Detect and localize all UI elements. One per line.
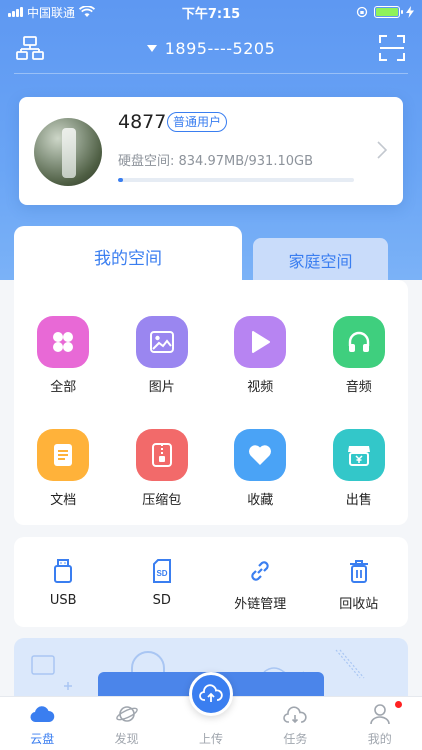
tab-label: 上传: [198, 732, 223, 746]
upload-icon: [199, 684, 223, 702]
membership-badge: 普通用户: [167, 112, 228, 132]
cloud-icon: [29, 703, 55, 725]
status-time: 下午7:15: [181, 6, 241, 22]
task-icon: [282, 703, 308, 725]
trash-icon: [345, 557, 373, 585]
user-card[interactable]: 4877 普通用户 硬盘空间: 834.97MB/931.10GB: [19, 97, 403, 205]
category-label: 文档: [50, 493, 77, 508]
battery-icon: [374, 6, 403, 18]
storage-label: 硬盘空间: 834.97MB/931.10GB: [118, 154, 313, 169]
store-icon: [332, 429, 385, 481]
tool-sd-card[interactable]: SD SD: [113, 537, 212, 627]
storage-progress: [118, 178, 354, 182]
planet-icon: [114, 703, 140, 725]
account-number: 1895----5205: [164, 38, 276, 58]
wifi-icon: [79, 6, 96, 17]
signal-icon: [8, 7, 23, 17]
sd-card-icon: SD: [148, 557, 176, 585]
headphones-icon: [332, 316, 385, 368]
play-icon: [234, 316, 287, 368]
tab-label: 云盘: [30, 732, 55, 746]
category-card: 全部 图片 视频 音频文档 压缩包 收藏 出售: [14, 280, 408, 525]
category-label: 音频: [345, 380, 372, 395]
tool-trash[interactable]: 回收站: [310, 537, 409, 627]
heart-icon: [234, 429, 287, 481]
avatar[interactable]: [34, 118, 102, 186]
category-label: 视频: [247, 380, 274, 395]
tool-label: SD: [152, 593, 171, 608]
image-icon: [135, 316, 188, 368]
tool-label: 回收站: [339, 597, 379, 612]
tool-usb[interactable]: USB: [14, 537, 113, 627]
category-headphones[interactable]: 音频: [310, 316, 409, 395]
tool-label: 外链管理: [234, 597, 287, 612]
user-icon: [367, 703, 393, 725]
tab-task[interactable]: 任务: [253, 697, 337, 750]
tab-family-space[interactable]: 家庭空间: [253, 238, 388, 282]
top-bar: 1895----5205: [0, 28, 422, 68]
account-switcher[interactable]: 1895----5205: [146, 38, 276, 58]
upload-button[interactable]: [189, 672, 233, 716]
orientation-lock-icon: [356, 6, 368, 18]
storage-progress-fill: [118, 178, 123, 182]
notification-dot: [395, 701, 402, 708]
user-name: 4877: [118, 111, 167, 133]
category-zip[interactable]: 压缩包: [113, 429, 212, 508]
chevron-right-icon: [377, 141, 387, 159]
status-bar: 中国联通 下午7:15: [0, 0, 422, 24]
tool-link[interactable]: 外链管理: [211, 537, 310, 627]
category-label: 出售: [345, 493, 372, 508]
tab-cloud[interactable]: 云盘: [0, 697, 84, 750]
tab-user[interactable]: 我的: [338, 697, 422, 750]
category-label: 收藏: [247, 493, 274, 508]
tools-card: USB SD SD 外链管理 回收站: [14, 537, 408, 627]
tab-planet[interactable]: 发现: [84, 697, 168, 750]
apps-icon: [37, 316, 90, 368]
tab-label: 发现: [114, 732, 139, 746]
category-play[interactable]: 视频: [211, 316, 310, 395]
link-icon: [246, 557, 274, 585]
category-store[interactable]: 出售: [310, 429, 409, 508]
tab-label: 任务: [283, 732, 308, 746]
zip-icon: [135, 429, 188, 481]
charging-icon: [406, 6, 414, 18]
category-label: 全部: [50, 380, 77, 395]
category-document[interactable]: 文档: [14, 429, 113, 508]
tab-label: 我的: [367, 732, 392, 746]
category-apps[interactable]: 全部: [14, 316, 113, 395]
tool-label: USB: [49, 593, 77, 608]
scan-icon[interactable]: [378, 34, 406, 62]
category-heart[interactable]: 收藏: [211, 429, 310, 508]
header-divider: [14, 73, 408, 74]
usb-icon: [49, 557, 77, 585]
category-label: 压缩包: [142, 493, 182, 508]
dropdown-triangle-icon: [146, 44, 157, 52]
carrier-label: 中国联通: [27, 5, 76, 20]
svg-text:SD: SD: [156, 569, 167, 578]
category-label: 图片: [148, 380, 175, 395]
category-image[interactable]: 图片: [113, 316, 212, 395]
layout-icon[interactable]: [16, 34, 44, 62]
tab-my-space[interactable]: 我的空间: [14, 226, 242, 286]
document-icon: [37, 429, 90, 481]
